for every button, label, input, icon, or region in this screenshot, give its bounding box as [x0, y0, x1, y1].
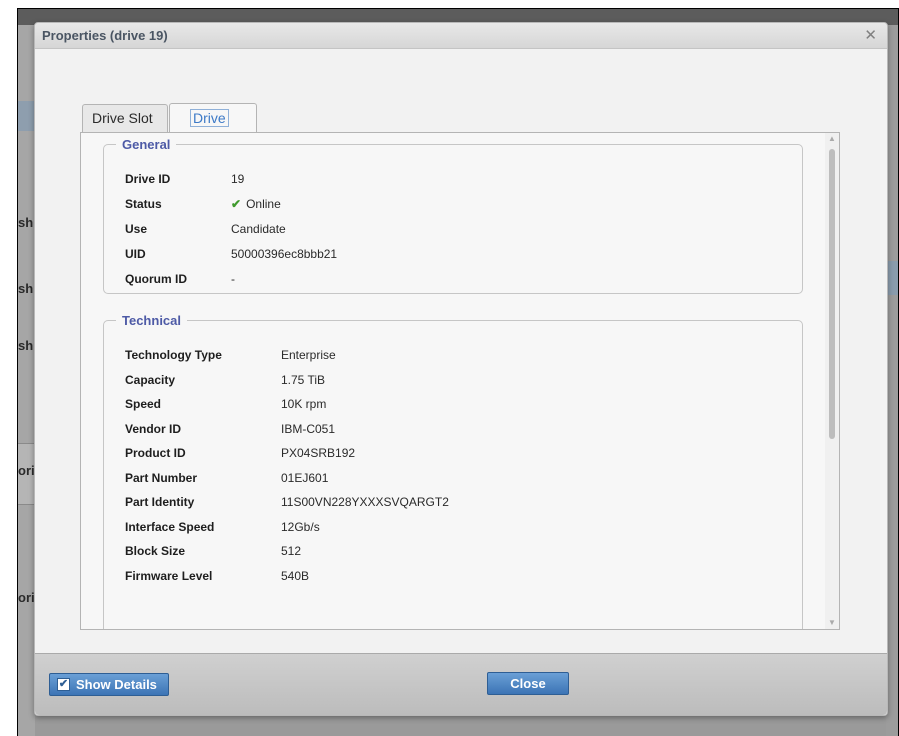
scrollbar-thumb[interactable] [829, 149, 835, 439]
property-value: PX04SRB192 [281, 446, 356, 460]
property-row-quorum-id: Quorum ID - [104, 272, 802, 292]
property-value: 512 [281, 544, 302, 558]
property-row-firmware-level: Firmware Level 540B [104, 569, 802, 589]
tab-panel-drive[interactable]: General Drive ID 19 Status ✔ Online Use C… [80, 132, 840, 630]
status-text: Online [246, 197, 281, 211]
tab-drive-slot[interactable]: Drive Slot [82, 104, 168, 132]
general-section: General Drive ID 19 Status ✔ Online Use C… [103, 137, 803, 294]
property-row-technology-type: Technology Type Enterprise [104, 348, 802, 368]
scroll-up-icon[interactable]: ▲ [825, 133, 839, 145]
property-value: Candidate [231, 222, 286, 236]
property-row-drive-id: Drive ID 19 [104, 172, 802, 192]
background-panel-left: sh sh sh ori oris [18, 25, 35, 736]
technical-section: Technical Technology Type Enterprise Cap… [103, 313, 803, 629]
tab-label: Drive Slot [92, 110, 153, 126]
status-value: ✔ Online [231, 197, 281, 211]
property-row-block-size: Block Size 512 [104, 544, 802, 564]
dialog-content: Drive Slot Drive General Drive ID 19 Sta… [35, 49, 887, 653]
property-value: Enterprise [281, 348, 336, 362]
property-label: Block Size [125, 544, 186, 558]
property-label: Technology Type [125, 348, 222, 362]
property-label: Part Identity [125, 495, 195, 509]
background-text-fragment: sh [18, 281, 34, 296]
technical-section-title: Technical [122, 313, 182, 328]
dialog-footer: ✔ Show Details Close [35, 653, 887, 715]
property-label: Part Number [125, 470, 198, 485]
background-text-fragment: ori [18, 463, 35, 478]
scroll-down-icon[interactable]: ▼ [825, 617, 839, 629]
property-row-part-identity: Part Identity 11S00VN228YXXXSVQARGT2 [104, 495, 802, 515]
general-section-title: General [122, 137, 171, 152]
close-button[interactable]: Close [487, 672, 569, 695]
property-row-status: Status ✔ Online [104, 197, 802, 217]
dialog-title: Properties (drive 19) [42, 28, 168, 43]
property-value: 540B [281, 568, 310, 583]
property-row-speed: Speed 10K rpm [104, 397, 802, 417]
property-row-part-number: Part Number 01EJ601 [104, 471, 802, 491]
properties-dialog: Properties (drive 19) ✕ Drive Slot Drive… [34, 22, 888, 716]
property-label: Status [125, 197, 162, 211]
property-value: 50000396ec8bbb21 [231, 247, 338, 261]
property-value: 19 [231, 172, 245, 186]
property-row-product-id: Product ID PX04SRB192 [104, 446, 802, 466]
checkbox-checked-icon[interactable]: ✔ [57, 678, 70, 691]
property-label: Drive ID [125, 172, 171, 186]
vertical-scrollbar[interactable]: ▲ ▼ [825, 133, 839, 629]
property-row-interface-speed: Interface Speed 12Gb/s [104, 520, 802, 540]
property-value: 10K rpm [281, 397, 327, 411]
property-label: Quorum ID [125, 272, 187, 286]
tab-drive[interactable]: Drive [169, 103, 257, 133]
property-label: Vendor ID [125, 421, 182, 436]
property-label: Product ID [125, 446, 186, 460]
check-icon: ✔ [231, 197, 242, 211]
property-label: Speed [125, 397, 162, 411]
property-value: - [231, 272, 235, 286]
property-value: 01EJ601 [281, 470, 329, 485]
tab-label: Drive [190, 109, 229, 127]
property-value: 12Gb/s [281, 519, 320, 534]
property-row-vendor-id: Vendor ID IBM-C051 [104, 422, 802, 442]
property-label: Firmware Level [125, 568, 213, 583]
background-header-band [18, 101, 35, 131]
background-text-fragment: oris [18, 590, 35, 605]
property-value: 11S00VN228YXXXSVQARGT2 [281, 495, 449, 509]
property-value: IBM-C051 [281, 421, 336, 436]
property-row-uid: UID 50000396ec8bbb21 [104, 247, 802, 267]
property-value: 1.75 TiB [281, 372, 326, 387]
close-x-icon[interactable]: ✕ [864, 26, 877, 44]
show-details-button[interactable]: ✔ Show Details [49, 673, 169, 696]
dialog-titlebar[interactable]: Properties (drive 19) ✕ [35, 23, 887, 49]
property-label: UID [125, 247, 146, 261]
show-details-label: Show Details [76, 677, 157, 692]
property-row-use: Use Candidate [104, 222, 802, 242]
background-text-fragment: sh [18, 215, 34, 230]
property-label: Capacity [125, 372, 176, 387]
background-text-fragment: sh [18, 338, 34, 353]
property-row-capacity: Capacity 1.75 TiB [104, 373, 802, 393]
property-label: Interface Speed [125, 519, 215, 534]
property-label: Use [125, 222, 148, 236]
